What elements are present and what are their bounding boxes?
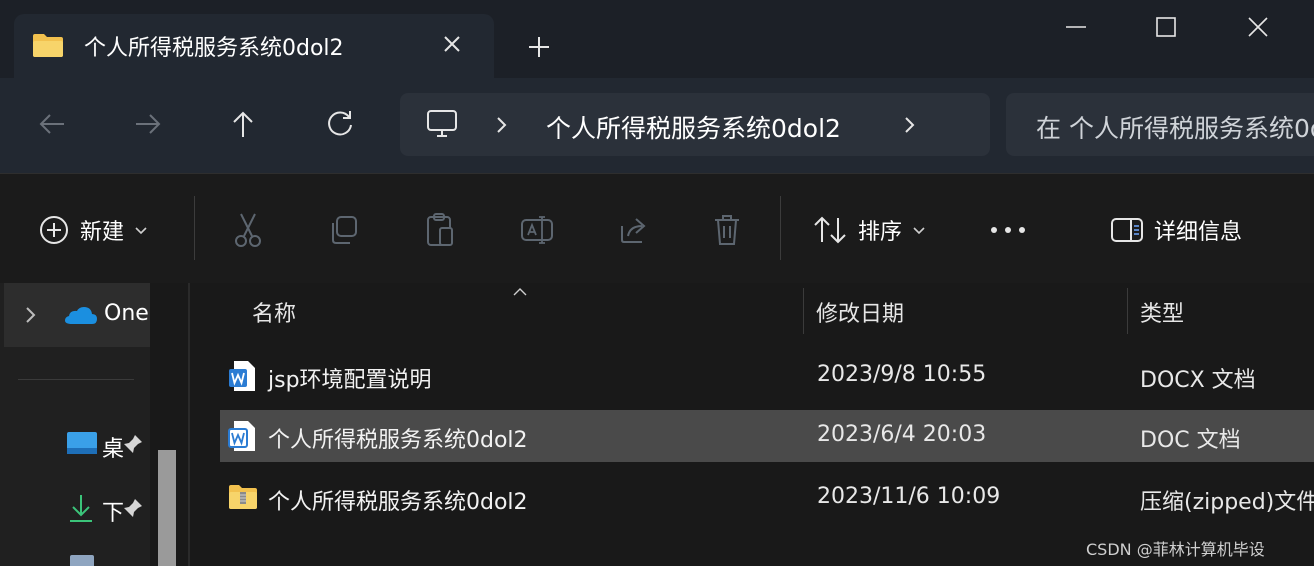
computer-icon <box>426 108 458 144</box>
address-bar[interactable]: 个人所得税服务系统0dol2 <box>400 93 990 156</box>
share-icon <box>621 218 646 243</box>
watermark: CSDN @菲林计算机毕设 <box>1086 540 1265 559</box>
minimize-icon <box>1066 26 1086 28</box>
maximize-button[interactable] <box>1120 0 1212 54</box>
delete-button[interactable] <box>712 205 742 255</box>
navigation-pane-scrollbar[interactable] <box>158 450 176 566</box>
download-icon <box>68 493 94 527</box>
back-button[interactable] <box>28 100 76 148</box>
file-name: jsp环境配置说明 <box>268 368 432 393</box>
toolbar-separator <box>780 196 781 260</box>
documents-icon <box>70 555 94 566</box>
arrow-left-icon <box>39 114 64 134</box>
details-label: 详细信息 <box>1154 220 1243 245</box>
minimize-button[interactable] <box>1030 0 1122 54</box>
sidebar-item-onedrive[interactable]: One <box>4 283 150 347</box>
details-pane-icon <box>1111 218 1143 242</box>
file-type: 压缩(zipped)文件夹 <box>1140 490 1314 515</box>
column-header-name[interactable]: 名称 <box>252 296 296 328</box>
desktop-icon <box>66 431 98 461</box>
pane-divider[interactable] <box>188 283 190 566</box>
sidebar-item-label: One <box>104 301 149 326</box>
copy-button[interactable] <box>328 205 360 255</box>
cut-button[interactable] <box>232 205 264 255</box>
details-button[interactable]: 详细信息 <box>1110 205 1242 255</box>
more-options-button[interactable] <box>988 205 1028 255</box>
share-button[interactable] <box>616 205 650 255</box>
file-name: 个人所得税服务系统0dol2 <box>268 490 528 515</box>
up-button[interactable] <box>219 100 267 148</box>
refresh-button[interactable] <box>316 100 364 148</box>
word-doc-icon <box>228 420 256 456</box>
sidebar-item-desktop[interactable]: 桌 <box>0 423 150 467</box>
close-tab-button[interactable] <box>438 30 466 58</box>
sidebar-item-label: 下 <box>102 501 125 526</box>
add-circle-icon <box>40 216 68 244</box>
table-row[interactable]: 个人所得税服务系统0dol2 2023/11/6 10:09 压缩(zipped… <box>220 472 1314 524</box>
more-icon <box>991 227 1025 233</box>
breadcrumb-folder[interactable]: 个人所得税服务系统0dol2 <box>546 109 841 145</box>
close-icon <box>444 36 460 52</box>
column-separator[interactable] <box>803 288 804 334</box>
rename-button[interactable] <box>520 205 554 255</box>
tab-current[interactable]: 个人所得税服务系统0dol2 <box>14 14 494 80</box>
file-modified: 2023/9/8 10:55 <box>817 362 987 387</box>
chevron-down-icon <box>135 227 147 235</box>
rename-icon <box>521 216 553 244</box>
sort-ascending-icon <box>512 282 528 301</box>
search-box[interactable]: 在 个人所得税服务系统0dol2 中搜索 <box>1006 93 1314 156</box>
toolbar-separator <box>194 196 195 260</box>
sort-icon <box>814 216 846 244</box>
paste-icon <box>427 213 453 246</box>
word-docx-icon <box>228 360 256 396</box>
refresh-icon <box>328 111 352 136</box>
arrow-right-icon <box>136 114 161 134</box>
close-window-button[interactable] <box>1212 0 1304 54</box>
maximize-icon <box>1156 17 1176 37</box>
chevron-right-icon[interactable] <box>494 114 510 140</box>
file-type: DOCX 文档 <box>1140 368 1256 393</box>
pin-icon <box>122 433 144 459</box>
file-type: DOC 文档 <box>1140 428 1241 453</box>
tab-title: 个人所得税服务系统0dol2 <box>84 36 344 61</box>
table-row[interactable]: 个人所得税服务系统0dol2 2023/6/4 20:03 DOC 文档 <box>220 410 1314 462</box>
cut-icon <box>235 213 261 247</box>
sidebar-item-downloads[interactable]: 下 <box>0 487 150 531</box>
chevron-right-icon[interactable] <box>24 305 38 329</box>
plus-icon <box>529 37 549 57</box>
sort-label: 排序 <box>858 220 903 245</box>
file-name: 个人所得税服务系统0dol2 <box>268 428 528 453</box>
chevron-down-icon <box>913 227 925 235</box>
file-modified: 2023/11/6 10:09 <box>817 484 1001 509</box>
column-separator[interactable] <box>1127 288 1128 334</box>
trash-icon <box>715 215 739 245</box>
navigation-pane: One 桌 下 <box>0 283 150 566</box>
column-header-type[interactable]: 类型 <box>1140 296 1184 328</box>
paste-button[interactable] <box>424 205 456 255</box>
onedrive-icon <box>64 303 98 329</box>
pin-icon <box>122 497 144 523</box>
forward-button[interactable] <box>124 100 172 148</box>
copy-icon <box>332 216 357 244</box>
sidebar-item-label: 桌 <box>102 437 125 462</box>
file-modified: 2023/6/4 20:03 <box>817 422 987 447</box>
folder-icon <box>32 32 64 62</box>
table-row[interactable]: jsp环境配置说明 2023/9/8 10:55 DOCX 文档 <box>220 350 1314 402</box>
search-input[interactable]: 在 个人所得税服务系统0dol2 中搜索 <box>1036 109 1314 145</box>
sidebar-divider <box>18 379 134 380</box>
new-button[interactable]: 新建 <box>38 205 150 255</box>
column-header-modified[interactable]: 修改日期 <box>816 296 904 328</box>
new-tab-button[interactable] <box>520 30 558 64</box>
zip-folder-icon <box>228 484 258 514</box>
arrow-up-icon <box>233 111 253 137</box>
new-label: 新建 <box>80 220 125 245</box>
close-icon <box>1248 17 1268 37</box>
chevron-right-icon[interactable] <box>902 114 918 140</box>
sort-button[interactable]: 排序 <box>812 205 928 255</box>
